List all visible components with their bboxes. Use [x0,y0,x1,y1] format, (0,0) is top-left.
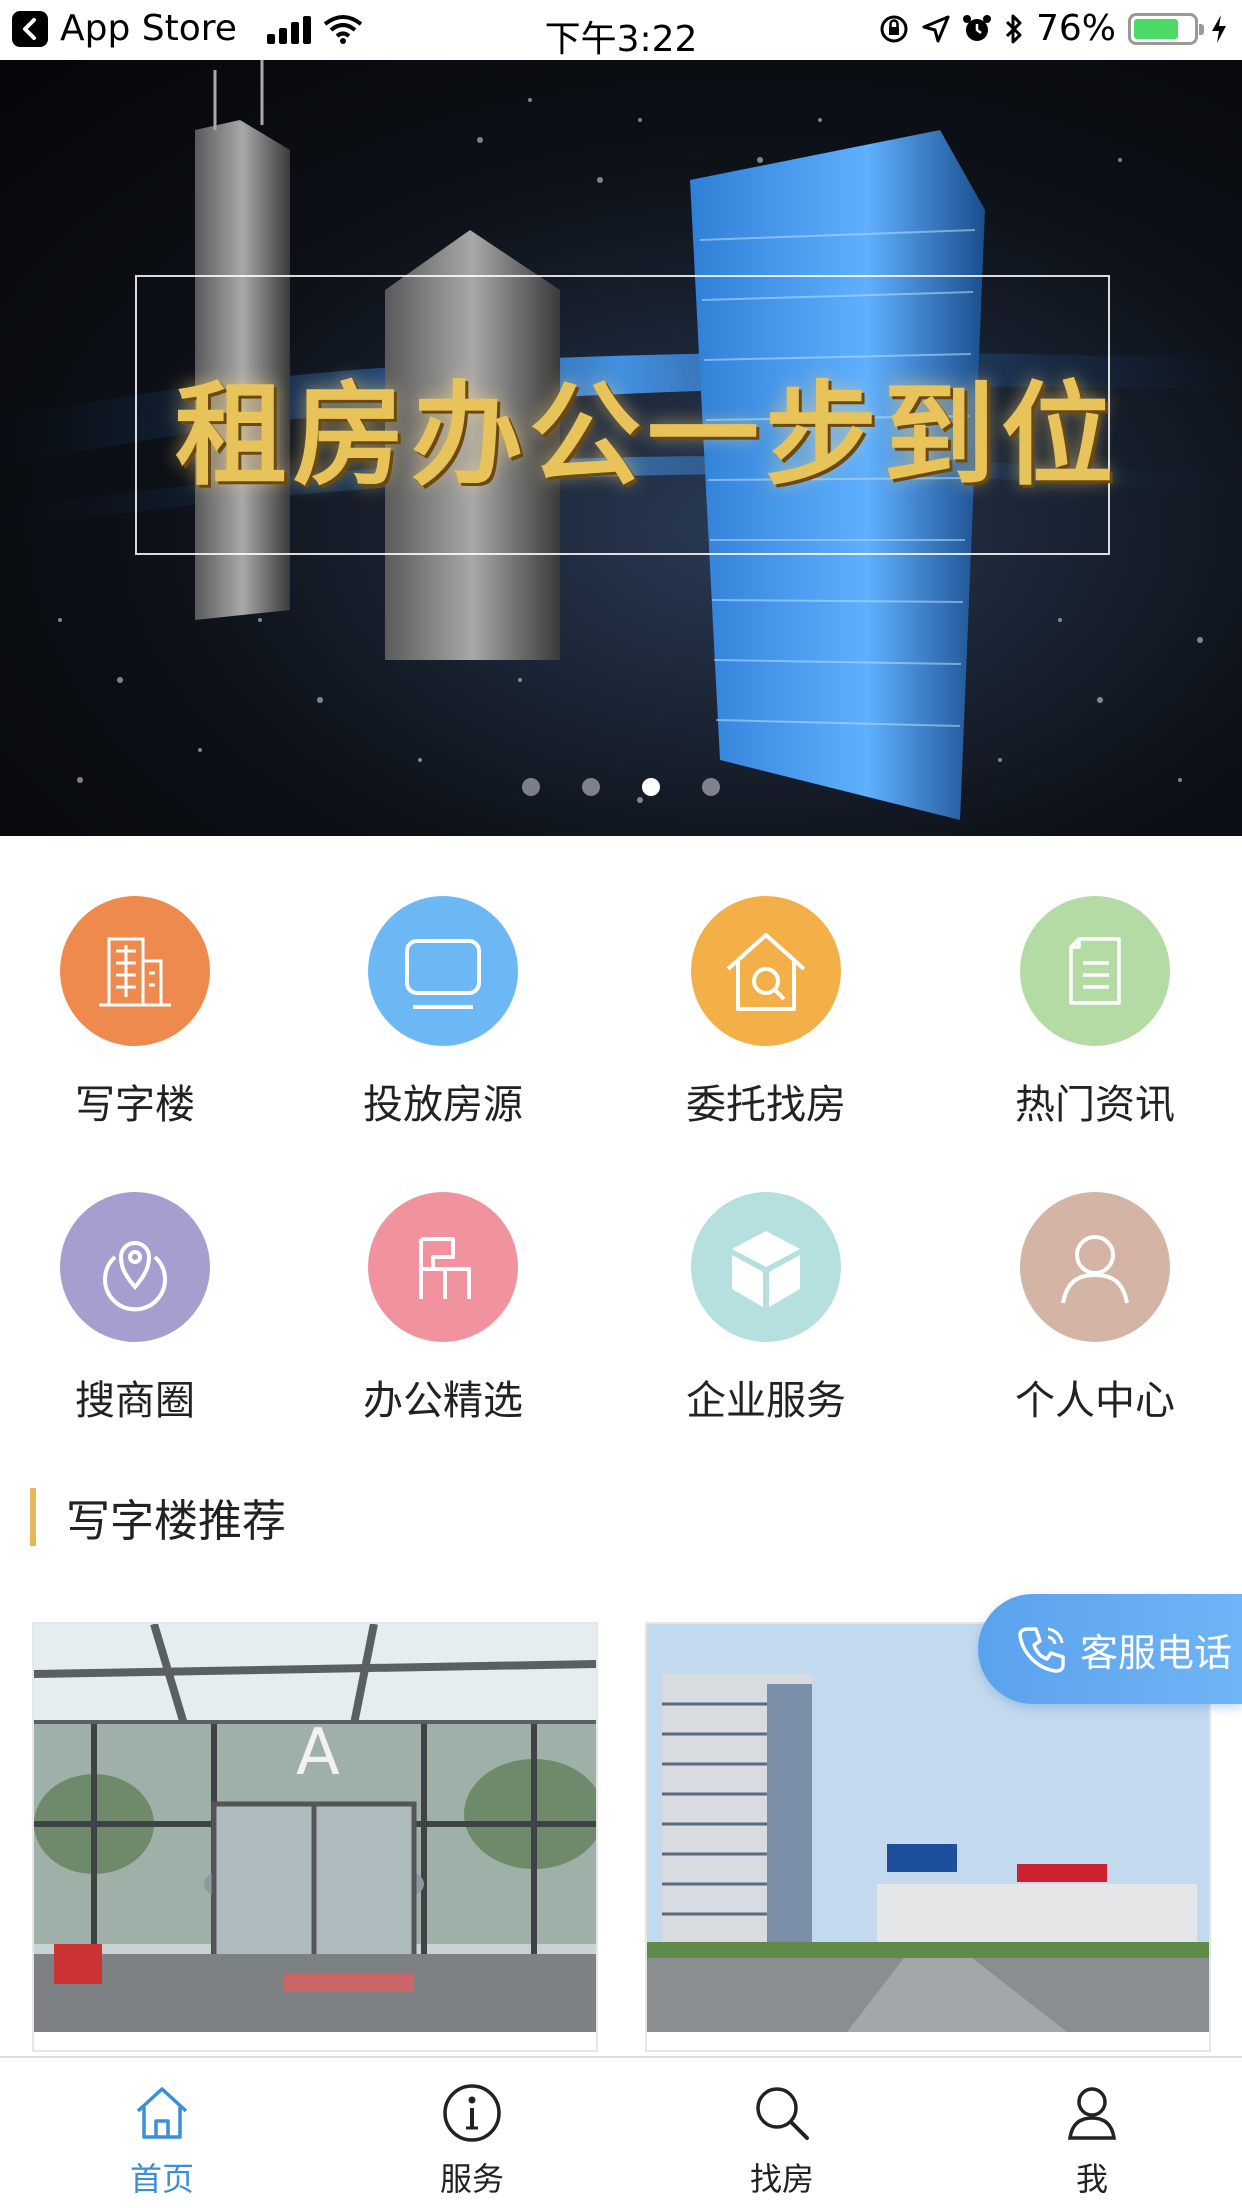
tab-label: 服务 [439,2160,504,2198]
tab-label: 找房 [749,2160,814,2198]
battery-percent: 76% [1035,8,1116,49]
grid-item-entrust-search[interactable]: 委托找房 [646,896,886,1130]
bottom-tab-bar: 首页 服务 找房 我 [0,2056,1242,2208]
office-building-icon [60,896,210,1046]
tab-home[interactable]: 首页 [62,2080,262,2200]
monitor-icon [368,896,518,1046]
carousel-indicators [0,778,1242,796]
section-title: 写字楼推荐 [66,1496,286,1547]
person-icon [992,2080,1192,2146]
customer-service-label: 客服电话 [1080,1630,1233,1675]
carousel-dot[interactable] [642,778,660,796]
grid-label: 办公精选 [363,1378,523,1424]
box-icon [691,1192,841,1342]
location-arrow-icon [922,15,950,42]
carousel-dot[interactable] [522,778,540,796]
status-bar: App Store 下午3:22 76% [0,0,1242,60]
tab-label: 我 [1075,2160,1108,2198]
grid-label: 搜商圈 [75,1378,195,1424]
home-icon [62,2080,262,2146]
section-header: 写字楼推荐 [30,1488,286,1547]
tab-service[interactable]: 服务 [372,2080,572,2200]
info-icon [372,2080,572,2146]
carousel-dot[interactable] [702,778,720,796]
grid-item-hot-news[interactable]: 热门资讯 [975,896,1215,1130]
grid-item-office-building[interactable]: 写字楼 [15,896,255,1130]
grid-item-personal-center[interactable]: 个人中心 [975,1192,1215,1426]
section-accent-bar [30,1488,36,1546]
grid-label: 个人中心 [1015,1378,1175,1424]
grid-label: 企业服务 [686,1378,846,1424]
location-pin-icon [60,1192,210,1342]
tab-label: 首页 [129,2160,194,2198]
phone-icon [1018,1627,1065,1673]
grid-label: 委托找房 [686,1082,846,1128]
charging-icon [1212,14,1226,43]
tab-me[interactable]: 我 [992,2080,1192,2200]
status-bar-right: 76% [878,8,1228,49]
grid-item-office-picks[interactable]: 办公精选 [323,1192,563,1426]
banner-carousel[interactable]: 租房办公一步到位 [0,60,1242,836]
carousel-dot[interactable] [582,778,600,796]
alarm-icon [962,14,991,41]
svg-text:A: A [296,1716,340,1790]
tab-find-house[interactable]: 找房 [682,2080,882,2200]
listing-card[interactable]: A [32,1622,598,2052]
bluetooth-icon [1005,14,1022,43]
banner-headline: 租房办公一步到位 [175,370,1119,501]
grid-label: 投放房源 [363,1082,523,1128]
rotation-lock-icon [880,15,908,42]
user-icon [1020,1192,1170,1342]
grid-item-enterprise-service[interactable]: 企业服务 [646,1192,886,1426]
battery-icon [1128,12,1204,45]
desk-chair-icon [368,1192,518,1342]
grid-item-post-listing[interactable]: 投放房源 [323,896,563,1130]
search-icon [682,2080,882,2146]
house-search-icon [691,896,841,1046]
document-icon [1020,896,1170,1046]
grid-item-business-district[interactable]: 搜商圈 [15,1192,255,1426]
listing-image-entrance: A [34,1624,596,2032]
customer-service-button[interactable]: 客服电话 [978,1594,1242,1704]
grid-label: 热门资讯 [1015,1082,1175,1128]
grid-label: 写字楼 [75,1082,195,1128]
